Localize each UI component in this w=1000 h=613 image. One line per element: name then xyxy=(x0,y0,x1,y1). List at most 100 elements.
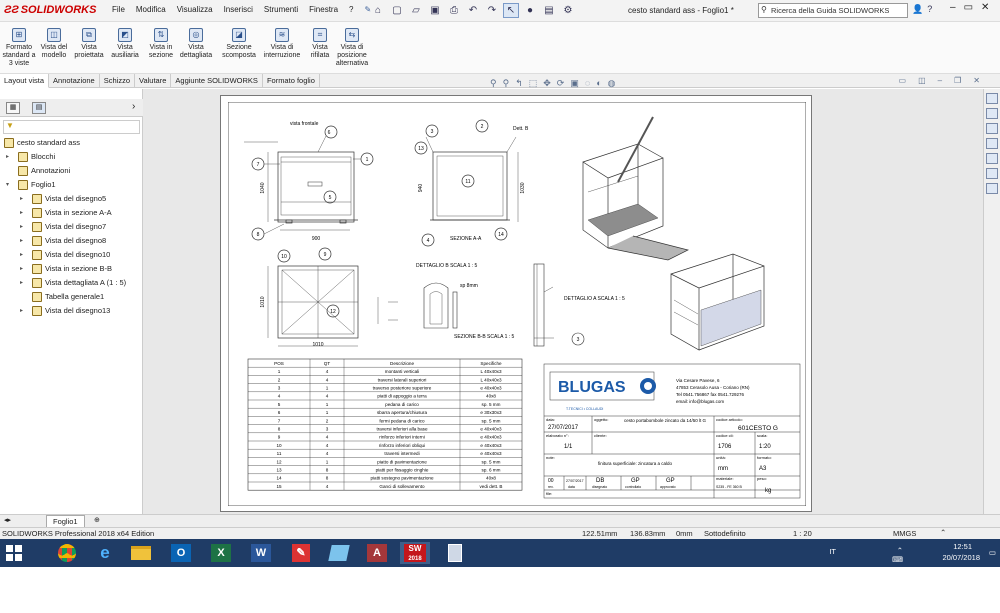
expand-arrow-icon[interactable]: ▸ xyxy=(20,206,23,220)
language-indicator[interactable]: IT xyxy=(829,547,836,556)
view-palette-icon[interactable] xyxy=(986,138,998,149)
cmd-standard-3-views[interactable]: ⊞ Formato standard a 3 viste xyxy=(2,28,36,68)
tab-valutare[interactable]: Valutare xyxy=(135,74,172,88)
solidworks-forum-icon[interactable] xyxy=(986,183,998,194)
collapse-arrow-icon[interactable]: ▾ xyxy=(6,178,9,192)
menu-visualizza[interactable]: Visualizza xyxy=(177,5,213,14)
chrome-icon[interactable] xyxy=(52,542,82,564)
add-sheet-icon[interactable]: ⊕ xyxy=(94,516,100,524)
zoom-area-icon[interactable]: ⚲ xyxy=(503,78,510,89)
user-icon[interactable]: 👤 xyxy=(912,4,923,15)
restore-panel-icon[interactable]: ▭ xyxy=(899,76,907,85)
menu-file[interactable]: File xyxy=(112,5,125,14)
cmd-section-view[interactable]: ⇅ Vista in sezione xyxy=(146,28,176,60)
tree-item[interactable]: ▸ Vista del disegno7 xyxy=(0,220,143,234)
tree-item[interactable]: Annotazioni xyxy=(0,164,143,178)
file-explorer-icon[interactable] xyxy=(126,542,156,564)
tree-filter-input[interactable]: ▼ xyxy=(3,120,140,134)
close-icon[interactable]: ✕ xyxy=(981,2,989,13)
tree-item[interactable]: ▸ Vista in sezione B-B xyxy=(0,262,143,276)
expand-arrow-icon[interactable]: ▸ xyxy=(20,234,23,248)
options-icon[interactable]: ⚙ xyxy=(560,3,576,18)
pan-icon[interactable]: ✥ xyxy=(543,78,551,89)
appearance-icon[interactable]: ◐ xyxy=(596,78,601,89)
display-style-icon[interactable]: ▣ xyxy=(570,78,579,89)
sheet-nav-icon[interactable]: ◂▸ xyxy=(4,516,11,524)
expand-arrow-icon[interactable]: ▸ xyxy=(6,150,9,164)
windows-start-icon[interactable] xyxy=(6,545,22,561)
cmd-auxiliary-view[interactable]: ◩ Vista ausiliaria xyxy=(108,28,142,60)
minimize-icon[interactable]: – xyxy=(950,2,956,13)
expand-arrow-icon[interactable]: ▸ xyxy=(20,220,23,234)
tree-item[interactable]: cesto standard ass xyxy=(0,136,143,150)
acrobat-icon[interactable]: ✎ xyxy=(286,542,316,564)
open-icon[interactable]: ▱ xyxy=(408,3,424,18)
zoom-fit-icon[interactable]: ⚲ xyxy=(490,78,497,89)
cmd-alternate-position-view[interactable]: ⇆ Vista di posizione alternativa xyxy=(334,28,370,68)
menu-finestra[interactable]: Finestra xyxy=(309,5,338,14)
tree-item[interactable]: ▸ Vista del disegno8 xyxy=(0,234,143,248)
undo-icon[interactable]: ↶ xyxy=(465,3,481,18)
expand-arrow-icon[interactable]: ▸ xyxy=(20,304,23,318)
clock-date[interactable]: 20/07/2018 xyxy=(942,553,980,562)
access-icon[interactable]: A xyxy=(362,542,392,564)
expand-arrow-icon[interactable]: ▸ xyxy=(20,276,23,290)
cmd-model-view[interactable]: ◫ Vista del modello xyxy=(38,28,70,60)
print-icon[interactable]: ⎙ xyxy=(446,3,462,18)
file-properties-icon[interactable]: ▤ xyxy=(541,3,557,18)
doc-minimize-icon[interactable]: – xyxy=(938,76,942,85)
customize-status-icon[interactable]: ⌃ xyxy=(940,528,946,537)
tree-item[interactable]: ▸ Vista del disegno5 xyxy=(0,192,143,206)
scene-icon[interactable]: ◍ xyxy=(608,78,616,89)
excel-icon[interactable]: X xyxy=(206,542,236,564)
redo-icon[interactable]: ↷ xyxy=(484,3,500,18)
select-icon[interactable]: ↖ xyxy=(503,3,519,18)
solidworks-logo[interactable]: ƧƧ SOLIDWORKS xyxy=(4,4,96,16)
calculator-icon[interactable] xyxy=(440,542,470,564)
appearances-icon[interactable] xyxy=(986,153,998,164)
menu-help[interactable]: ? xyxy=(349,5,353,14)
internet-explorer-icon[interactable]: e xyxy=(90,542,120,564)
word-icon[interactable]: W xyxy=(246,542,276,564)
tree-item[interactable]: ▸ Vista del disegno13 xyxy=(0,304,143,318)
outlook-icon[interactable]: O xyxy=(166,542,196,564)
save-icon[interactable]: ▣ xyxy=(427,3,443,18)
design-library-icon[interactable] xyxy=(986,108,998,119)
panel-expand-icon[interactable]: › xyxy=(132,101,135,112)
file-explorer-pane-icon[interactable] xyxy=(986,123,998,134)
solidworks-icon[interactable]: SW 2018 xyxy=(400,542,430,564)
tree-item[interactable]: ▾ Foglio1 xyxy=(0,178,143,192)
tab-formato-foglio[interactable]: Formato foglio xyxy=(263,74,320,88)
previous-view-icon[interactable]: ↰ xyxy=(515,78,523,89)
tree-item[interactable]: ▸ Vista dettagliata A (1 : 5) xyxy=(0,276,143,290)
notifications-icon[interactable]: ▭ xyxy=(989,548,996,557)
hide-show-icon[interactable]: ◌ xyxy=(585,78,590,89)
tab-layout-vista[interactable]: Layout vista xyxy=(0,74,50,88)
new-document-icon[interactable]: ▢ xyxy=(389,3,405,18)
tree-item[interactable]: Tabella generale1 xyxy=(0,290,143,304)
section-icon[interactable]: ⬚ xyxy=(529,78,538,89)
tile-icon[interactable]: ◫ xyxy=(918,76,926,85)
resources-icon[interactable] xyxy=(986,93,998,104)
custom-properties-icon[interactable] xyxy=(986,168,998,179)
help-search-input[interactable]: ⚲ Ricerca della Guida SOLIDWORKS xyxy=(758,3,908,18)
help-icon[interactable]: ? xyxy=(927,4,932,15)
cmd-detail-view[interactable]: ◎ Vista dettagliata xyxy=(178,28,214,60)
cmd-broken-out-section[interactable]: ◪ Sezione scomposta xyxy=(221,28,257,60)
tree-item[interactable]: ▸ Blocchi xyxy=(0,150,143,164)
menu-modifica[interactable]: Modifica xyxy=(136,5,166,14)
cmd-projected-view[interactable]: ⧉ Vista proiettata xyxy=(72,28,106,60)
tab-aggiunte[interactable]: Aggiunte SOLIDWORKS xyxy=(171,74,263,88)
expand-arrow-icon[interactable]: ▸ xyxy=(20,192,23,206)
rotate-icon[interactable]: ⟳ xyxy=(557,78,565,89)
expand-arrow-icon[interactable]: ▸ xyxy=(20,248,23,262)
unit-system[interactable]: MMGS xyxy=(893,529,916,538)
menu-inserisci[interactable]: Inserisci xyxy=(224,5,253,14)
tree-item[interactable]: ▸ Vista in sezione A-A xyxy=(0,206,143,220)
sheet-scale[interactable]: 1 : 20 xyxy=(793,529,812,538)
doc-close-icon[interactable]: ✕ xyxy=(973,76,980,85)
paint-icon[interactable] xyxy=(324,542,354,564)
doc-restore-icon[interactable]: ❐ xyxy=(954,76,961,85)
tab-schizzo[interactable]: Schizzo xyxy=(100,74,135,88)
home-icon[interactable]: ⌂ xyxy=(370,3,386,18)
